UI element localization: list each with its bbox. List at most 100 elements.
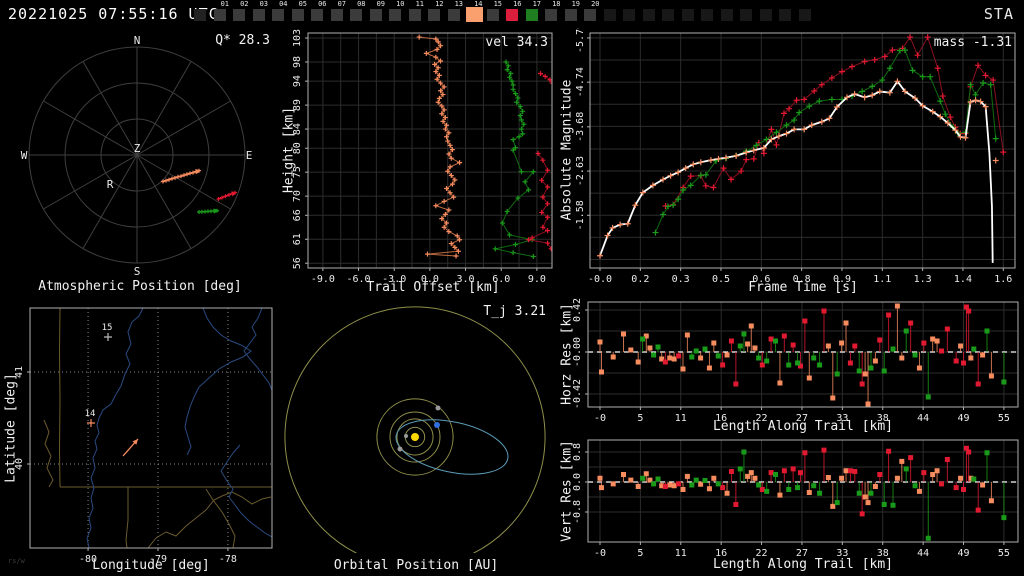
frame-box-blank[interactable] [738,0,758,28]
map-panel: 1514-80 -79 -784140 [14,307,273,565]
frame-box-swatch[interactable] [408,9,421,21]
polar-label-E: E [246,149,253,162]
frame-box-swatch[interactable] [525,9,538,21]
frame-time-xlabel: Frame Time [s] [748,280,858,295]
frame-box-swatch[interactable] [369,9,382,21]
frame-box-blank[interactable] [621,0,641,28]
frame-box-20[interactable]: 20 [582,0,602,28]
trail-offset-ytick: 66 [292,209,303,221]
frame-box-swatch[interactable] [662,9,674,21]
trail-offset-xtick: -9.0 [311,274,335,285]
frame-box-10[interactable]: 10 [387,0,407,28]
frame-box-05[interactable]: 05 [290,0,310,28]
atmospheric-panel: N E S W Z R [21,34,253,278]
polar-label-S: S [134,265,141,278]
frame-box-swatch[interactable] [272,9,284,21]
frame-box-blank[interactable] [680,0,700,28]
frame-box-swatch[interactable] [233,9,245,21]
frame-box-swatch[interactable] [466,7,483,22]
trail-offset-ytick: 94 [292,75,303,87]
magnitude-xtick: -0.0 [588,274,612,285]
frame-box-blank[interactable] [602,0,622,28]
frame-box-blank[interactable] [641,0,661,28]
vert-res-grid [588,440,1018,542]
frame-box-swatch[interactable] [428,9,440,21]
frame-box-03[interactable]: 03 [251,0,271,28]
frame-box-swatch[interactable] [545,9,557,21]
frame-box-swatch[interactable] [252,9,265,21]
horz-res-xtick: 55 [998,413,1010,424]
map-grid [30,308,272,548]
polar-label-W: W [21,149,28,162]
frame-box-16[interactable]: 16 [504,0,524,28]
horz-res-xtick: 11 [675,413,687,424]
frame-box-swatch[interactable] [506,9,518,21]
frame-box-17[interactable]: 17 [524,0,544,28]
frame-box-number: 20 [591,0,600,8]
sun-dot [411,433,419,441]
q-star-title: Q* 28.3 [215,33,270,48]
frame-box-04[interactable]: 04 [270,0,290,28]
frame-box-blank[interactable] [660,0,680,28]
frame-box-08[interactable]: 08 [348,0,368,28]
frame-box-swatch[interactable] [291,9,304,21]
frame-box-swatch[interactable] [642,9,655,21]
frame-box-swatch[interactable] [564,9,577,21]
frame-box-11[interactable]: 11 [407,0,427,28]
magnitude-xtick: 0.2 [631,274,649,285]
frame-box-swatch[interactable] [389,9,401,21]
frame-box-swatch[interactable] [759,9,772,21]
frame-box-swatch[interactable] [584,9,596,21]
frame-box-number: 01 [220,0,229,8]
frame-box-swatch[interactable] [720,9,733,21]
frame-box-number: 16 [513,0,522,8]
frame-box-blank[interactable] [719,0,739,28]
frame-box-12[interactable]: 12 [426,0,446,28]
frame-box-swatch[interactable] [350,9,362,21]
frame-box-number: 02 [240,0,249,8]
frame-box-swatch[interactable] [311,9,323,21]
frame-box-number: 06 [318,0,327,8]
watermark: rs/w [8,557,25,565]
frame-box-number: 19 [571,0,580,8]
mass-title: mass -1.31 [933,35,1012,50]
frame-box-swatch[interactable] [798,9,811,21]
frame-box-blank[interactable] [777,0,797,28]
vert-res-xtick: 5 [637,548,643,559]
frame-box-swatch[interactable] [779,9,791,21]
frame-box-swatch[interactable] [194,9,206,21]
frame-box-blank[interactable] [797,0,817,28]
horz-res-xtick: 5 [637,413,643,424]
latitude-ylabel: Latitude [deg] [3,373,19,483]
magnitude-ytick: -5.79 [575,28,586,53]
trail-offset-ytick: 56 [292,257,303,269]
frame-box-01[interactable]: 01 [212,0,232,28]
frame-box-swatch[interactable] [740,9,752,21]
frame-box-18[interactable]: 18 [543,0,563,28]
length-trail-xlabel-bottom: Length Along Trail [km] [712,557,893,572]
frame-box-06[interactable]: 06 [309,0,329,28]
frame-box-swatch[interactable] [623,9,635,21]
frame-box-swatch[interactable] [213,9,226,21]
frame-box-09[interactable]: 09 [368,0,388,28]
frame-box-19[interactable]: 19 [563,0,583,28]
frame-box-blank[interactable] [699,0,719,28]
vert-res-xtick: 49 [957,548,969,559]
frame-box-15[interactable]: 15 [485,0,505,28]
frame-box-blank[interactable] [758,0,778,28]
frame-box-13[interactable]: 13 [446,0,466,28]
frame-box-swatch[interactable] [486,9,499,21]
frame-box-blank[interactable] [192,0,212,28]
frame-box-row: 01 02 03 04 05 06 07 08 09 10 11 12 13 14 15 16 17 18 19 20 [192,0,816,28]
polar-label-Z: Z [134,142,141,155]
frame-box-swatch[interactable] [447,9,460,21]
vert-res-frame [587,439,1019,543]
frame-box-swatch[interactable] [603,9,616,21]
frame-box-07[interactable]: 07 [329,0,349,28]
frame-box-swatch[interactable] [681,9,694,21]
frame-box-02[interactable]: 02 [231,0,251,28]
frame-box-14[interactable]: 14 [465,0,485,28]
frame-box-swatch[interactable] [701,9,713,21]
frame-box-swatch[interactable] [330,9,343,21]
plots-canvas: -9.0 -6.0 -3.0 0.0 3.0 6.0 9.01039894898480757… [14,28,1019,565]
